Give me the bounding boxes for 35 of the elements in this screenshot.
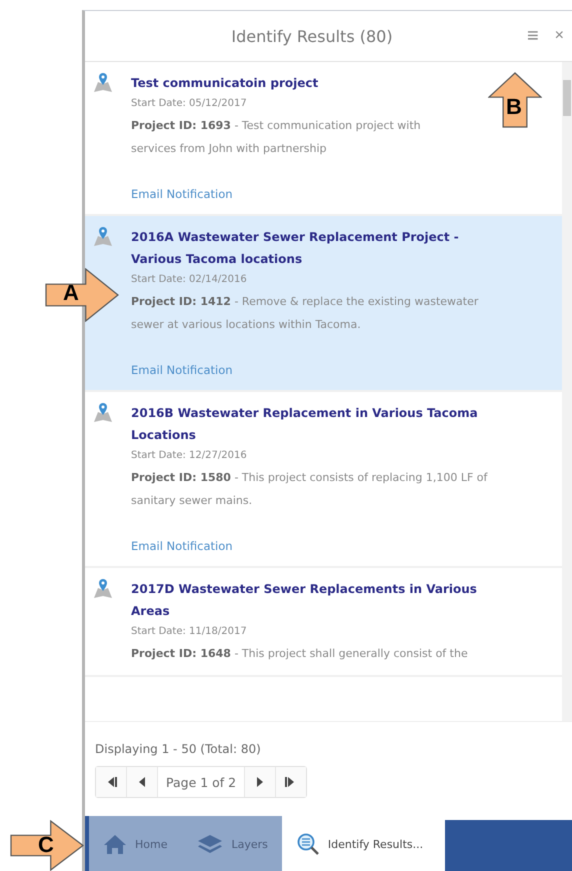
- callout-label: A: [63, 280, 79, 306]
- result-title[interactable]: 2016B Wastewater Replacement in Various Tacoma Locations: [131, 402, 512, 446]
- search-icon: [296, 832, 320, 856]
- last-page-button[interactable]: [276, 767, 306, 797]
- close-button[interactable]: ×: [546, 28, 572, 44]
- home-icon: [103, 833, 127, 855]
- panel-title: Identify Results (80): [230, 26, 394, 46]
- scrollbar[interactable]: [562, 62, 572, 721]
- start-date: Start Date: 12/27/2016: [131, 449, 247, 463]
- next-page-button[interactable]: [245, 767, 276, 797]
- start-date: Start Date: 11/18/2017: [131, 625, 247, 639]
- start-date: Start Date: 05/12/2017: [131, 97, 247, 111]
- map-pin-icon: [93, 226, 113, 248]
- email-notification-link[interactable]: Email Notification: [131, 184, 233, 204]
- project-description: Project ID: 1580 - This project consists of replacing 1,100 LF of sanitary sewer mains.: [131, 470, 489, 509]
- project-description: Project ID: 1648 - This project shall generally consist of the: [131, 646, 469, 662]
- previous-page-button[interactable]: [127, 767, 158, 797]
- layers-icon: [197, 834, 224, 854]
- callout-label: B: [506, 94, 522, 120]
- callout-arrow: [488, 72, 542, 128]
- project-description: Project ID: 1693 - Test communication project with services from John with partnership: [131, 118, 422, 157]
- map-pin-icon: [93, 578, 113, 600]
- first-page-button[interactable]: [96, 767, 127, 797]
- result-item[interactable]: [85, 216, 562, 392]
- map-pin-icon: [93, 402, 113, 424]
- result-title[interactable]: 2016A Wastewater Sewer Replacement Project - Various Tacoma locations: [131, 226, 512, 270]
- displaying-count: Displaying 1 - 50 (Total: 80): [95, 742, 262, 756]
- map-pin-icon: [93, 72, 113, 94]
- project-description: Project ID: 1412 - Remove & replace the existing wastewater sewer at various locations within Tacoma.: [131, 294, 480, 333]
- result-title[interactable]: 2017D Wastewater Sewer Replacements in Various Areas: [131, 578, 512, 622]
- menu-button[interactable]: ≡: [518, 26, 547, 46]
- email-notification-link[interactable]: Email Notification: [131, 536, 233, 556]
- result-title[interactable]: Test communicatoin project: [131, 72, 318, 94]
- start-date: Start Date: 02/14/2016: [131, 273, 247, 287]
- callout-label: C: [38, 832, 54, 858]
